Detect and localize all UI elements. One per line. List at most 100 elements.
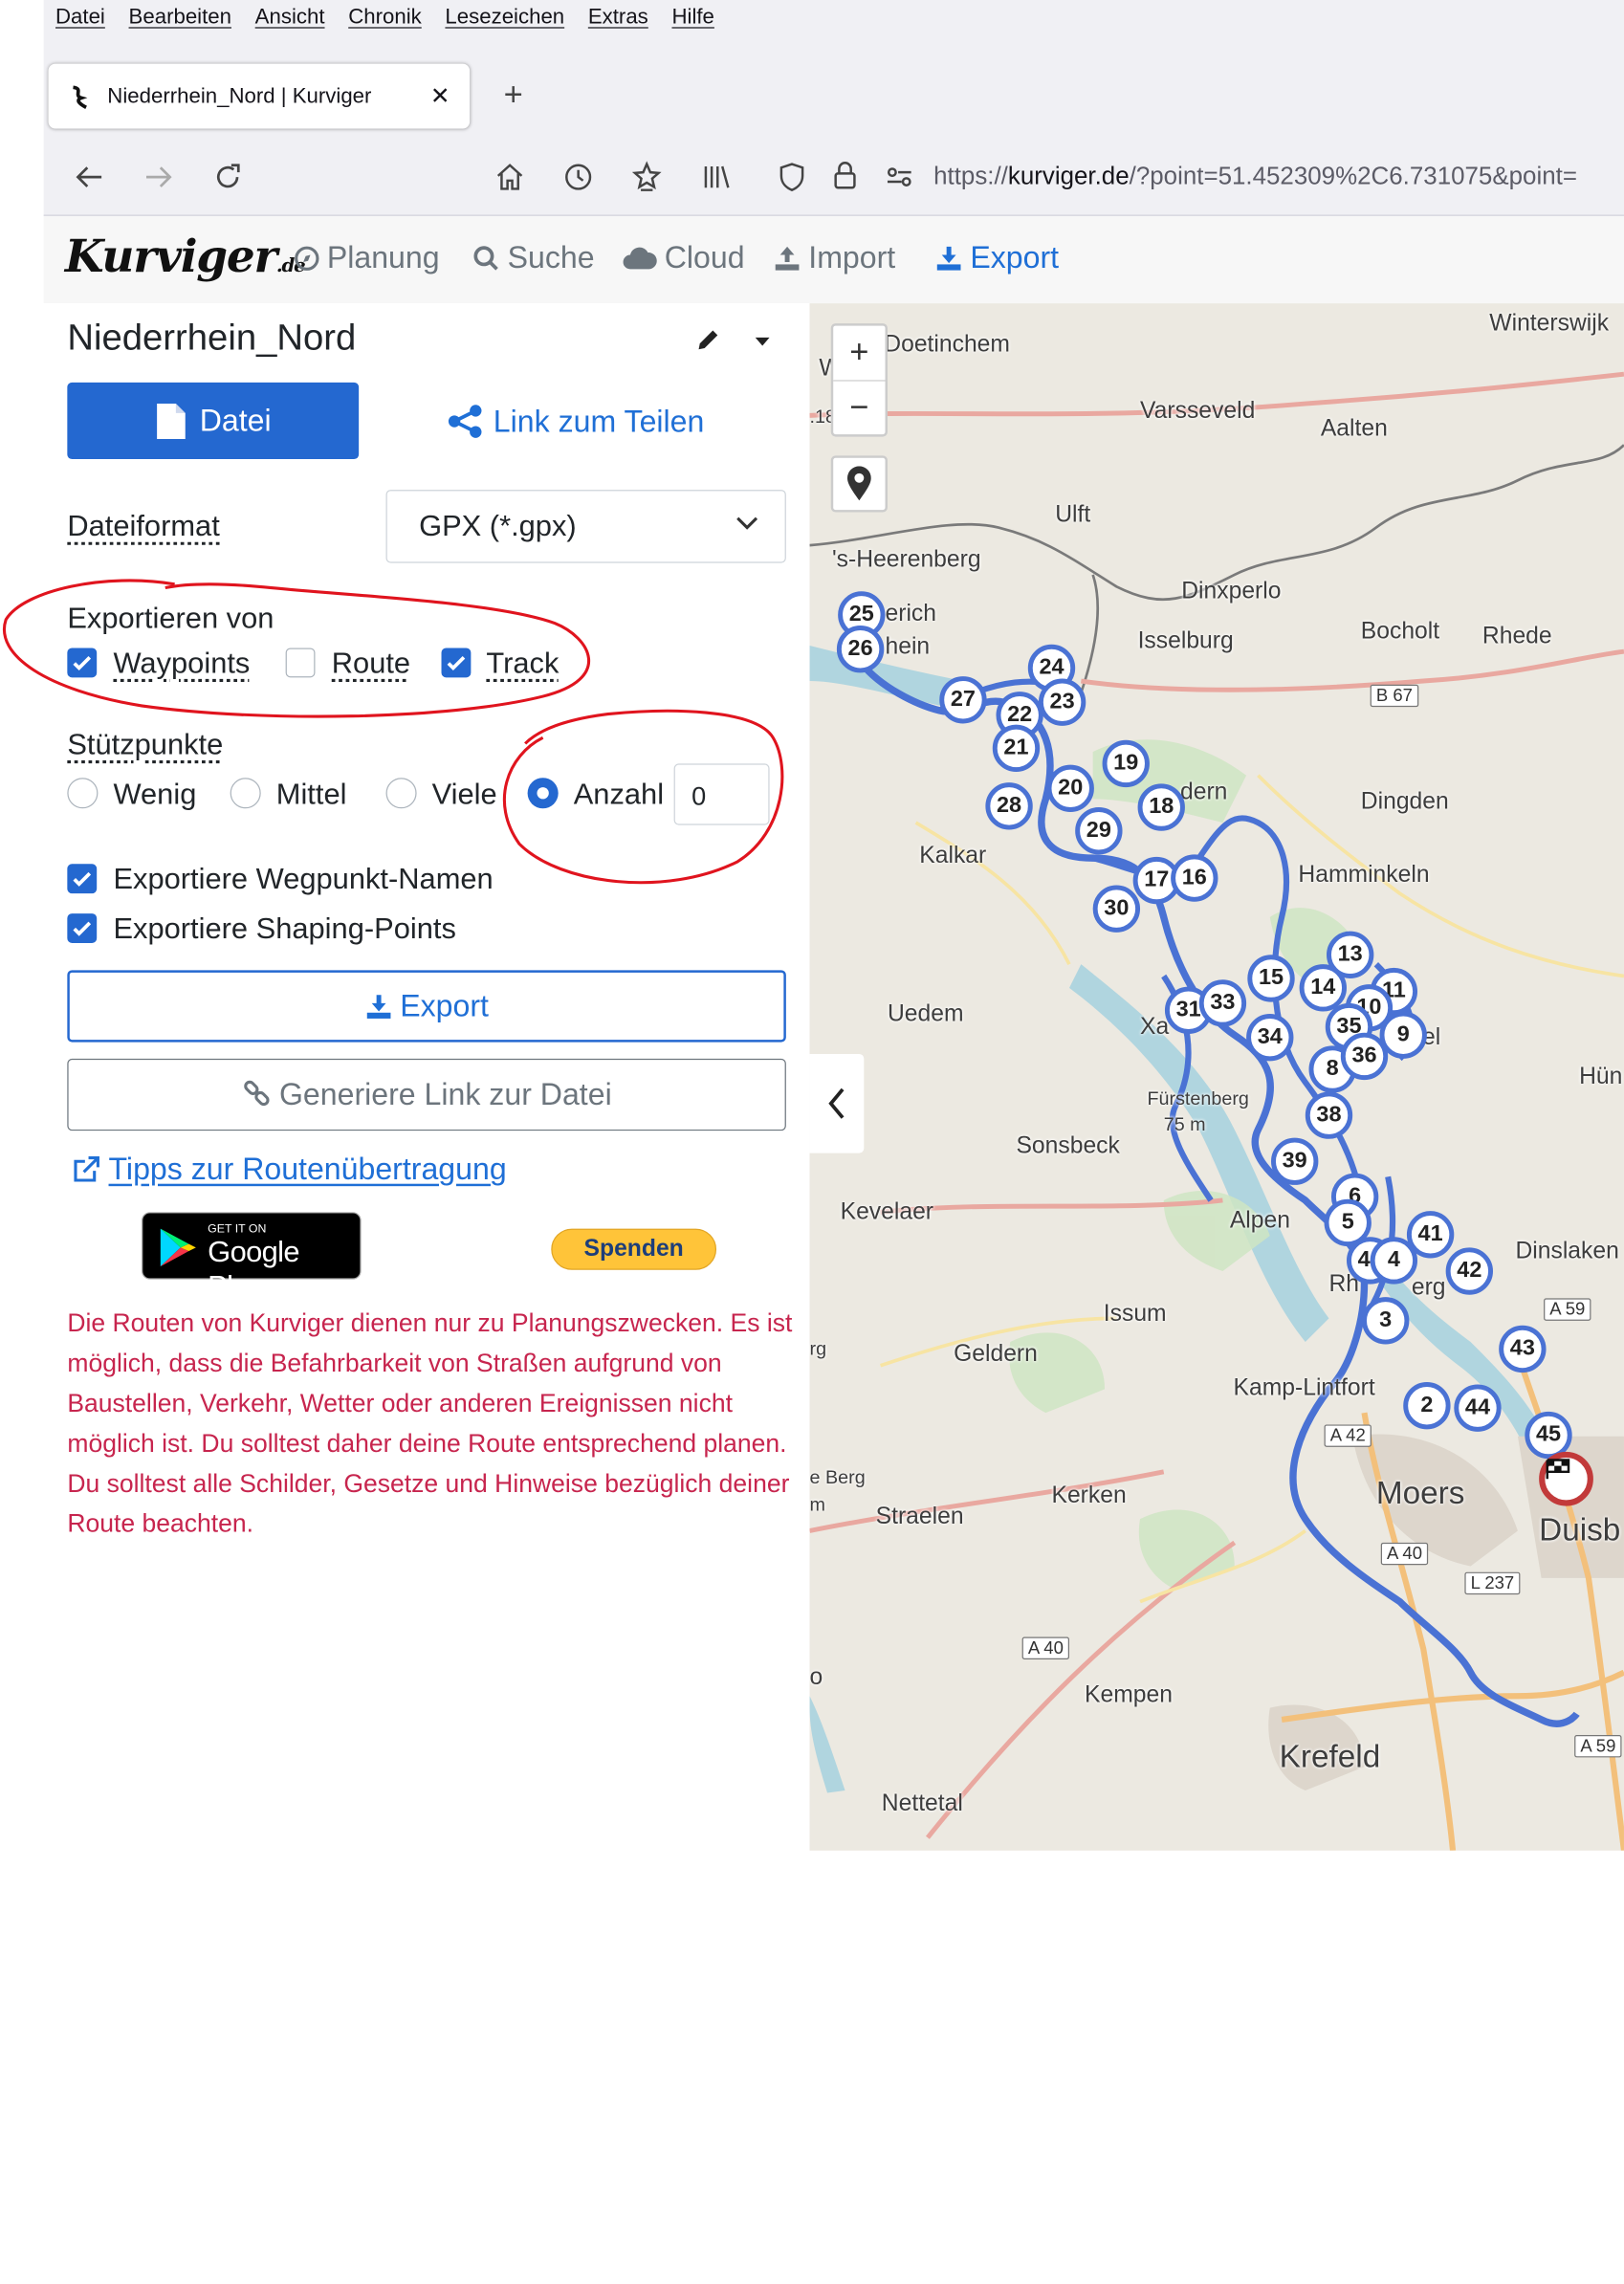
waypoint-marker[interactable]: 39	[1271, 1138, 1318, 1185]
permissions-icon[interactable]	[883, 161, 916, 194]
waypoint-marker[interactable]: 36	[1341, 1033, 1388, 1080]
town-label: o	[810, 1664, 823, 1691]
tab-close-icon[interactable]: ✕	[425, 81, 455, 111]
pencil-icon[interactable]	[694, 326, 723, 355]
town-label: Alpen	[1230, 1207, 1290, 1234]
datei-tab-button[interactable]: Datei	[67, 383, 359, 459]
menu-lesezeichen[interactable]: Lesezeichen	[445, 5, 564, 38]
waypoint-marker[interactable]: 29	[1075, 807, 1122, 854]
town-label: e Berg	[810, 1468, 866, 1489]
waypoint-marker[interactable]: 28	[985, 782, 1032, 829]
town-label: Uedem	[888, 1000, 964, 1027]
wenig-label[interactable]: Wenig	[113, 778, 196, 812]
home-icon[interactable]	[489, 156, 531, 198]
export-names-label[interactable]: Exportiere Wegpunkt-Namen	[113, 863, 493, 897]
town-label: Fürstenberg	[1147, 1089, 1248, 1110]
waypoint-marker[interactable]: 38	[1306, 1091, 1352, 1138]
app-header: Kurviger.de Planung Suche Cloud Import E…	[44, 216, 1624, 303]
history-icon[interactable]	[557, 156, 599, 198]
menu-hilfe[interactable]: Hilfe	[671, 5, 713, 38]
menu-chronik[interactable]: Chronik	[348, 5, 422, 38]
export-shaping-label[interactable]: Exportiere Shaping-Points	[113, 912, 455, 947]
url-bar[interactable]: https://kurviger.de/?point=51.452309%2C6…	[761, 146, 1624, 208]
back-icon[interactable]	[69, 156, 111, 198]
menu-bar: Datei Bearbeiten Ansicht Chronik Lesezei…	[55, 5, 714, 38]
menu-ansicht[interactable]: Ansicht	[255, 5, 325, 38]
menu-bearbeiten[interactable]: Bearbeiten	[129, 5, 231, 38]
stuetzpunkte-label: Stützpunkte	[67, 728, 223, 762]
mittel-radio[interactable]	[230, 778, 261, 808]
mittel-label[interactable]: Mittel	[276, 778, 347, 812]
waypoint-marker[interactable]: 16	[1171, 854, 1218, 901]
town-label: Sonsbeck	[1016, 1133, 1119, 1160]
caret-down-icon[interactable]	[753, 334, 772, 348]
tipps-link[interactable]: Tipps zur Routenübertragung	[71, 1151, 507, 1187]
finish-flag-icon[interactable]	[1539, 1452, 1593, 1506]
dateiformat-label: Dateiformat	[67, 510, 219, 544]
export-names-checkbox[interactable]	[67, 864, 97, 893]
waypoint-marker[interactable]: 2	[1403, 1382, 1450, 1429]
navigation-toolbar: https://kurviger.de/?point=51.452309%2C6…	[44, 144, 1624, 213]
generate-link-button[interactable]: Generiere Link zur Datei	[67, 1059, 786, 1131]
town-label: erich	[886, 601, 937, 627]
waypoint-marker[interactable]: 4	[1371, 1237, 1417, 1284]
file-icon	[155, 401, 188, 441]
shield-icon[interactable]	[776, 161, 809, 194]
waypoint-marker[interactable]: 21	[993, 725, 1040, 772]
waypoint-marker[interactable]: 33	[1199, 979, 1246, 1026]
town-label: Kalkar	[919, 843, 986, 869]
route-title: Niederrhein_Nord	[67, 317, 356, 359]
waypoint-marker[interactable]: 26	[837, 626, 884, 672]
waypoint-marker[interactable]: 18	[1138, 783, 1185, 830]
export-shaping-checkbox[interactable]	[67, 913, 97, 943]
menu-extras[interactable]: Extras	[588, 5, 648, 38]
town-label: 75 m	[1164, 1115, 1206, 1136]
download-icon	[364, 992, 393, 1021]
share-link-tab[interactable]: Link zum Teilen	[446, 403, 704, 440]
waypoint-marker[interactable]: 42	[1446, 1247, 1493, 1294]
waypoint-marker[interactable]: 44	[1454, 1384, 1501, 1431]
export-button[interactable]: Export	[67, 970, 786, 1042]
download-icon	[934, 244, 963, 273]
waypoint-marker[interactable]: 15	[1247, 955, 1294, 1001]
map-view[interactable]: Doetinchem Winterswijk Varsseveld Aalten…	[810, 303, 1624, 1851]
lock-icon[interactable]	[828, 160, 862, 193]
map-canvas	[810, 303, 1624, 1851]
zoom-in-button[interactable]: +	[833, 326, 885, 381]
new-tab-icon[interactable]: +	[495, 76, 531, 113]
waypoint-marker[interactable]: 43	[1499, 1326, 1546, 1373]
nav-suche[interactable]: Suche	[472, 240, 595, 276]
viele-label[interactable]: Viele	[432, 778, 497, 812]
spenden-button[interactable]: Spenden	[551, 1229, 716, 1270]
waypoint-marker[interactable]: 27	[939, 676, 986, 723]
reload-icon[interactable]	[207, 156, 249, 198]
waypoint-marker[interactable]: 30	[1093, 886, 1140, 933]
waypoint-marker[interactable]: 3	[1362, 1297, 1409, 1344]
waypoint-marker[interactable]: 19	[1103, 740, 1150, 787]
search-icon	[472, 244, 501, 273]
browser-tab[interactable]: Niederrhein_Nord | Kurviger ✕	[49, 64, 471, 129]
nav-import[interactable]: Import	[773, 240, 895, 276]
nav-cloud[interactable]: Cloud	[622, 240, 744, 276]
waypoint-marker[interactable]: 20	[1047, 765, 1094, 812]
viele-radio[interactable]	[386, 778, 417, 808]
menu-datei[interactable]: Datei	[55, 5, 105, 38]
dateiformat-select[interactable]: GPX (*.gpx)	[386, 490, 786, 563]
chevron-down-icon	[735, 515, 759, 531]
forward-icon[interactable]	[137, 156, 179, 198]
wenig-radio[interactable]	[67, 778, 98, 808]
kurviger-logo[interactable]: Kurviger.de	[65, 229, 305, 282]
nav-planung[interactable]: Planung	[294, 240, 439, 276]
library-icon[interactable]	[695, 156, 737, 198]
nav-export[interactable]: Export	[934, 240, 1059, 276]
google-play-badge[interactable]: GET IT ON Google Play	[142, 1212, 362, 1279]
bookmark-star-icon[interactable]	[625, 156, 668, 198]
collapse-panel-button[interactable]	[810, 1054, 865, 1153]
town-label: Winterswijk	[1489, 311, 1609, 338]
zoom-out-button[interactable]: −	[833, 380, 885, 434]
waypoint-marker[interactable]: 34	[1246, 1014, 1293, 1061]
town-label: Kempen	[1085, 1681, 1173, 1708]
waypoint-marker[interactable]: 23	[1039, 679, 1086, 726]
locate-button[interactable]	[831, 455, 888, 512]
town-label: Bocholt	[1361, 619, 1439, 646]
